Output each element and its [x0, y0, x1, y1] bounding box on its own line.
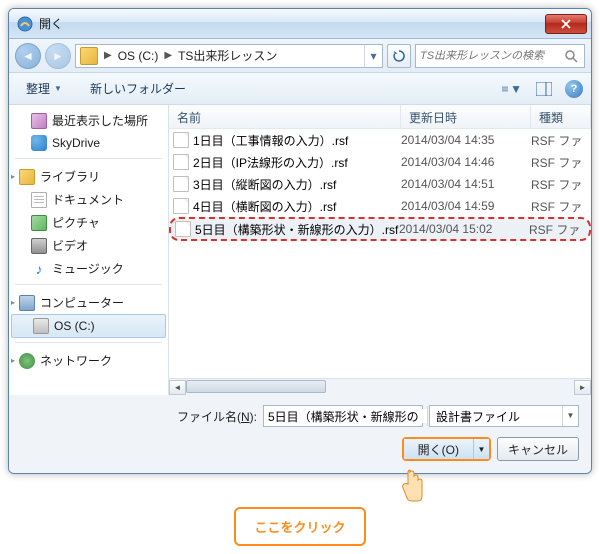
toolbar: 整理▼ 新しいフォルダー ▼ ?	[9, 73, 591, 105]
column-headers: 名前 更新日時 種類	[169, 105, 591, 129]
crumb-folder[interactable]: TS出来形レッスン	[174, 45, 281, 66]
filename-combo[interactable]: ▼	[263, 405, 423, 427]
folder-icon	[80, 47, 98, 65]
file-row-selected[interactable]: 5日目（構築形状・新線形の入力）.rsf2014/03/04 15:02RSF …	[169, 217, 591, 241]
computer-icon	[19, 295, 35, 311]
column-date[interactable]: 更新日時	[401, 105, 531, 128]
breadcrumb[interactable]: ▶ OS (C:) ▶ TS出来形レッスン ▾	[75, 44, 383, 68]
divider	[15, 158, 162, 159]
breadcrumb-dropdown[interactable]: ▾	[364, 45, 382, 67]
view-button[interactable]: ▼	[501, 78, 523, 100]
column-name[interactable]: 名前	[169, 105, 401, 128]
cancel-button[interactable]: キャンセル	[497, 437, 579, 461]
picture-icon	[31, 215, 47, 231]
filetype-value: 設計書ファイル	[430, 408, 562, 425]
filetype-combo[interactable]: 設計書ファイル ▼	[429, 405, 579, 427]
filename-input[interactable]	[264, 409, 427, 423]
tree-pictures[interactable]: ピクチャ	[9, 211, 168, 234]
file-list-pane: 名前 更新日時 種類 1日目（工事情報の入力）.rsf2014/03/04 14…	[169, 105, 591, 395]
skydrive-icon	[31, 135, 47, 151]
chevron-right-icon: ▶	[162, 50, 174, 61]
library-icon	[19, 169, 35, 185]
scroll-right-button[interactable]: ►	[574, 380, 591, 395]
file-icon	[175, 221, 191, 237]
file-icon	[173, 176, 189, 192]
open-dialog: 開く ◄ ► ▶ OS (C:) ▶ TS出来形レッスン ▾ 整理▼ 新しいフォ…	[8, 8, 592, 474]
app-icon	[17, 16, 33, 32]
file-icon	[173, 154, 189, 170]
music-icon: ♪	[31, 261, 47, 277]
open-split-button[interactable]: ▼	[473, 439, 489, 459]
nav-tree: 最近表示した場所 SkyDrive ライブラリ ドキュメント ピクチャ ビデオ …	[9, 105, 169, 395]
chevron-down-icon[interactable]: ▼	[562, 406, 578, 426]
scroll-track[interactable]	[186, 380, 574, 395]
chevron-down-icon: ▼	[54, 84, 62, 93]
scroll-thumb[interactable]	[186, 380, 326, 393]
dialog-body: 最近表示した場所 SkyDrive ライブラリ ドキュメント ピクチャ ビデオ …	[9, 105, 591, 395]
address-bar: ◄ ► ▶ OS (C:) ▶ TS出来形レッスン ▾	[9, 39, 591, 73]
tree-computer[interactable]: コンピューター	[9, 291, 168, 314]
search-icon	[564, 49, 578, 63]
file-row[interactable]: 3日目（縦断図の入力）.rsf2014/03/04 14:51RSF ファ	[169, 173, 591, 195]
preview-pane-button[interactable]	[533, 78, 555, 100]
open-button[interactable]: 開く(O) ▼	[402, 437, 491, 461]
horizontal-scrollbar[interactable]: ◄ ►	[169, 378, 591, 395]
search-input[interactable]	[420, 50, 564, 62]
forward-button[interactable]: ►	[45, 43, 71, 69]
column-type[interactable]: 種類	[531, 105, 591, 128]
titlebar: 開く	[9, 9, 591, 39]
document-icon	[31, 192, 47, 208]
dialog-footer: ファイル名(N): ▼ 設計書ファイル ▼ 開く(O) ▼ キャンセル	[9, 395, 591, 473]
new-folder-button[interactable]: 新しいフォルダー	[81, 76, 195, 101]
tree-drive-c[interactable]: OS (C:)	[11, 314, 166, 338]
file-row[interactable]: 1日目（工事情報の入力）.rsf2014/03/04 14:35RSF ファ	[169, 129, 591, 151]
tree-skydrive[interactable]: SkyDrive	[9, 132, 168, 154]
drive-icon	[33, 318, 49, 334]
chevron-down-icon: ▼	[510, 82, 522, 96]
organize-button[interactable]: 整理▼	[17, 76, 71, 101]
help-button[interactable]: ?	[565, 80, 583, 98]
filename-label: ファイル名(N):	[177, 408, 257, 425]
divider	[15, 342, 162, 343]
file-icon	[173, 132, 189, 148]
tree-libraries[interactable]: ライブラリ	[9, 165, 168, 188]
crumb-drive[interactable]: OS (C:)	[114, 47, 163, 65]
tree-recent[interactable]: 最近表示した場所	[9, 109, 168, 132]
tree-music[interactable]: ♪ミュージック	[9, 257, 168, 280]
chevron-right-icon: ▶	[102, 50, 114, 61]
dialog-title: 開く	[39, 15, 545, 32]
file-row[interactable]: 2日目（IP法線形の入力）.rsf2014/03/04 14:46RSF ファ	[169, 151, 591, 173]
file-row[interactable]: 4日目（横断図の入力）.rsf2014/03/04 14:59RSF ファ	[169, 195, 591, 217]
file-list: 1日目（工事情報の入力）.rsf2014/03/04 14:35RSF ファ 2…	[169, 129, 591, 378]
tree-documents[interactable]: ドキュメント	[9, 188, 168, 211]
network-icon	[19, 353, 35, 369]
recent-icon	[31, 113, 47, 129]
tree-videos[interactable]: ビデオ	[9, 234, 168, 257]
close-button[interactable]	[545, 14, 587, 34]
video-icon	[31, 238, 47, 254]
divider	[15, 284, 162, 285]
refresh-button[interactable]	[387, 44, 411, 68]
callout-label: ここをクリック	[234, 507, 365, 546]
scroll-left-button[interactable]: ◄	[169, 380, 186, 395]
file-icon	[173, 198, 189, 214]
tree-network[interactable]: ネットワーク	[9, 349, 168, 372]
back-button[interactable]: ◄	[15, 43, 41, 69]
search-box[interactable]	[415, 44, 585, 68]
